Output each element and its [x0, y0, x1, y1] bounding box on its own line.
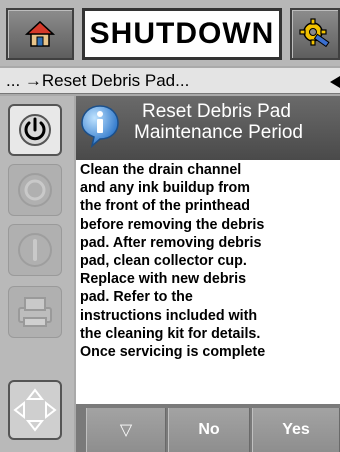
body-line: and any ink buildup from: [80, 180, 250, 197]
stop-circle-icon: [18, 173, 52, 207]
scroll-down-button[interactable]: ▽: [86, 408, 166, 452]
dialog-title: Reset Debris Pad Maintenance Period: [122, 101, 340, 143]
home-icon: [25, 20, 55, 47]
body-line: Replace with new debris: [80, 271, 247, 288]
breadcrumb: ... →Reset Debris Pad...: [0, 68, 340, 94]
body-line: instructions included with: [80, 307, 258, 324]
dialog-title-line1: Reset Debris Pad: [142, 101, 291, 122]
gear-wrench-icon: [299, 18, 330, 48]
body-line: pad. Refer to the: [80, 289, 193, 306]
body-line: before removing the debris: [80, 216, 265, 233]
body-line: the cleaning kit for details.: [80, 325, 261, 342]
body-line: Clean the drain channel: [80, 162, 242, 178]
navigation-pad[interactable]: [8, 380, 62, 440]
stop-button[interactable]: [8, 164, 62, 216]
nav-arrows-icon: [13, 388, 57, 432]
body-line: pad. After removing debris: [80, 234, 262, 251]
status-display: SHUTDOWN: [82, 8, 282, 60]
no-button[interactable]: No: [168, 408, 250, 452]
info-icon: [81, 105, 119, 148]
printer-icon: [18, 297, 52, 327]
body-line: Once servicing is complete: [80, 344, 266, 361]
print-button[interactable]: [8, 286, 62, 338]
start-button[interactable]: [8, 224, 62, 276]
yes-label: Yes: [282, 421, 310, 438]
back-arrow-icon[interactable]: [330, 76, 340, 88]
dialog-title-line2: Maintenance Period: [134, 122, 303, 143]
body-line: pad, clean collector cup.: [80, 253, 247, 270]
yes-button[interactable]: Yes: [252, 408, 340, 452]
dialog-body: Clean the drain channel and any ink buil…: [80, 161, 338, 361]
breadcrumb-text: ... →Reset Debris Pad...: [6, 71, 190, 90]
body-line: the front of the printhead: [80, 198, 250, 215]
home-button[interactable]: [6, 8, 74, 60]
power-button[interactable]: [8, 104, 62, 156]
no-label: No: [198, 421, 220, 438]
power-icon: [19, 114, 51, 146]
status-text: SHUTDOWN: [89, 17, 275, 50]
scroll-down-icon: ▽: [119, 422, 133, 439]
start-line-icon: [18, 233, 52, 267]
tools-button[interactable]: [290, 8, 340, 60]
